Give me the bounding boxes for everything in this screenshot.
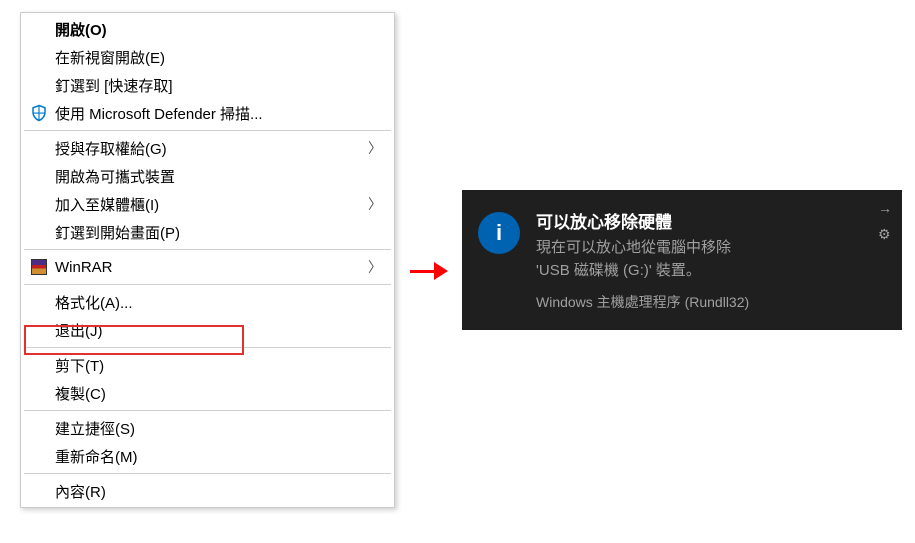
chevron-right-icon: 〉 — [368, 194, 382, 214]
menu-label-eject: 退出(J) — [55, 320, 382, 341]
menu-label-open-portable: 開啟為可攜式裝置 — [55, 166, 382, 187]
toast-texts: 可以放心移除硬體 現在可以放心地從電腦中移除 'USB 磁碟機 (G:)' 裝置… — [536, 208, 886, 312]
chevron-right-icon: 〉 — [368, 138, 382, 158]
toast-notification[interactable]: i 可以放心移除硬體 現在可以放心地從電腦中移除 'USB 磁碟機 (G:)' … — [462, 190, 902, 330]
menu-label-winrar: WinRAR — [55, 259, 368, 276]
context-menu: 開啟(O) 在新視窗開啟(E) 釘選到 [快速存取] 使用 Microsoft … — [20, 12, 395, 508]
menu-item-eject[interactable]: 退出(J) — [23, 316, 392, 344]
menu-item-open[interactable]: 開啟(O) — [23, 15, 392, 43]
toast-body-line1: 現在可以放心地從電腦中移除 — [536, 237, 886, 260]
menu-item-defender-scan[interactable]: 使用 Microsoft Defender 掃描... — [23, 99, 392, 127]
toast-settings-icon[interactable]: ⚙ — [878, 226, 892, 243]
menu-label-copy: 複製(C) — [55, 383, 382, 404]
menu-label-add-library: 加入至媒體櫃(I) — [55, 194, 368, 215]
menu-item-rename[interactable]: 重新命名(M) — [23, 442, 392, 470]
menu-item-cut[interactable]: 剪下(T) — [23, 351, 392, 379]
menu-item-grant-access[interactable]: 授與存取權給(G) 〉 — [23, 134, 392, 162]
arrow-icon — [410, 262, 448, 280]
separator — [24, 347, 391, 348]
menu-label-rename: 重新命名(M) — [55, 446, 382, 467]
info-icon: i — [478, 212, 520, 254]
menu-item-add-library[interactable]: 加入至媒體櫃(I) 〉 — [23, 190, 392, 218]
toast-title: 可以放心移除硬體 — [536, 208, 886, 233]
menu-item-format[interactable]: 格式化(A)... — [23, 288, 392, 316]
menu-item-pin-quick-access[interactable]: 釘選到 [快速存取] — [23, 71, 392, 99]
menu-item-properties[interactable]: 內容(R) — [23, 477, 392, 505]
menu-item-winrar[interactable]: WinRAR 〉 — [23, 253, 392, 281]
menu-item-open-portable[interactable]: 開啟為可攜式裝置 — [23, 162, 392, 190]
separator — [24, 473, 391, 474]
menu-label-pin-start: 釘選到開始畫面(P) — [55, 222, 382, 243]
menu-label-cut: 剪下(T) — [55, 355, 382, 376]
menu-label-open: 開啟(O) — [55, 19, 382, 40]
menu-label-format: 格式化(A)... — [55, 292, 382, 313]
toast-arrow-icon[interactable]: → — [878, 200, 892, 216]
menu-label-pin-quick-access: 釘選到 [快速存取] — [55, 75, 382, 96]
menu-item-open-new-window[interactable]: 在新視窗開啟(E) — [23, 43, 392, 71]
separator — [24, 410, 391, 411]
menu-label-properties: 內容(R) — [55, 481, 382, 502]
menu-item-copy[interactable]: 複製(C) — [23, 379, 392, 407]
separator — [24, 249, 391, 250]
menu-label-defender-scan: 使用 Microsoft Defender 掃描... — [55, 103, 382, 124]
menu-item-create-shortcut[interactable]: 建立捷徑(S) — [23, 414, 392, 442]
menu-label-open-new-window: 在新視窗開啟(E) — [55, 47, 382, 68]
menu-item-pin-start[interactable]: 釘選到開始畫面(P) — [23, 218, 392, 246]
winrar-icon — [29, 257, 49, 277]
shield-icon — [29, 103, 49, 123]
separator — [24, 130, 391, 131]
menu-label-grant-access: 授與存取權給(G) — [55, 138, 368, 159]
toast-body-line2: 'USB 磁碟機 (G:)' 裝置。 — [536, 260, 886, 283]
chevron-right-icon: 〉 — [368, 257, 382, 277]
toast-source: Windows 主機處理程序 (Rundll32) — [536, 292, 886, 312]
menu-label-create-shortcut: 建立捷徑(S) — [55, 418, 382, 439]
separator — [24, 284, 391, 285]
toast-body: 現在可以放心地從電腦中移除 'USB 磁碟機 (G:)' 裝置。 — [536, 237, 886, 282]
